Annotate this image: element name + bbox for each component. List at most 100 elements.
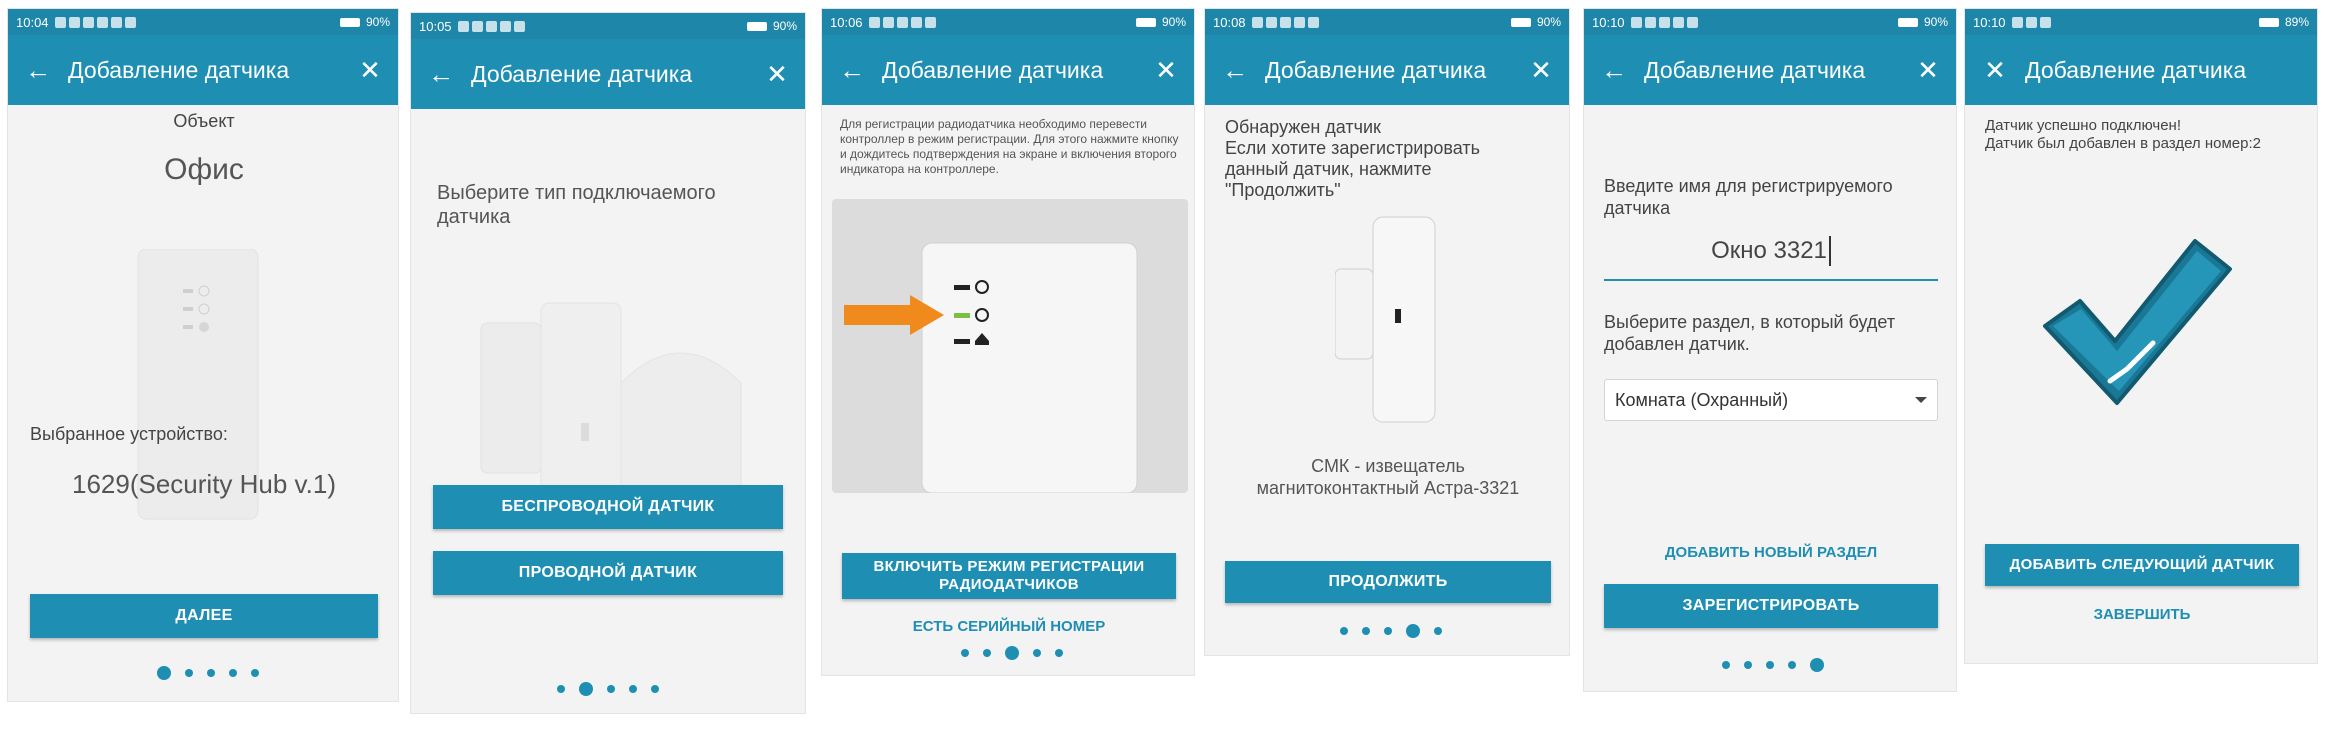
close-icon[interactable]: ✕: [1513, 55, 1569, 86]
checkmark-icon: [2043, 239, 2232, 405]
wireless-sensor-button[interactable]: БЕСПРОВОДНОЙ ДАТЧИК: [433, 485, 783, 529]
continue-button[interactable]: ПРОДОЛЖИТЬ: [1225, 561, 1551, 603]
step-dot-2: [185, 669, 193, 677]
back-arrow-icon[interactable]: ←: [822, 55, 882, 86]
status-bar: 10:10 89%: [1965, 9, 2317, 35]
next-button[interactable]: ДАЛЕЕ: [30, 594, 378, 638]
sensors-illustration: [480, 302, 742, 504]
notification-icons: [457, 20, 525, 32]
register-button[interactable]: ЗАРЕГИСТРИРОВАТЬ: [1604, 584, 1938, 628]
battery-icon: [1510, 17, 1531, 27]
back-arrow-icon[interactable]: ←: [1205, 55, 1265, 86]
sensor-name: СМК - извещатель магнитоконтактный Астра…: [1256, 456, 1520, 498]
page-title: Добавление датчика: [471, 60, 693, 87]
close-icon[interactable]: ✕: [1138, 55, 1194, 86]
status-time: 10:04: [16, 14, 49, 30]
sensor-found-text: Обнаружен датчик Если хотите зарегистрир…: [1225, 117, 1480, 200]
step-dot-4: [1788, 661, 1796, 669]
name-prompt: Введите имя для регистрируемого датчика: [1604, 176, 1893, 218]
step-indicator: [1340, 624, 1442, 638]
step-indicator: [157, 666, 259, 680]
step-dot-2: [983, 649, 991, 657]
notification-icons: [868, 16, 936, 28]
screen-select-object: 10:04 90% ← Добавление датчика ✕ Объект …: [7, 8, 399, 702]
battery-level: 90%: [365, 15, 390, 29]
step-dot-1: [557, 685, 565, 693]
battery-icon: [1897, 17, 1918, 27]
back-arrow-icon[interactable]: ←: [411, 59, 471, 90]
sensor-name-input[interactable]: Окно 3321: [1604, 223, 1938, 281]
wired-sensor-button[interactable]: ПРОВОДНОЙ ДАТЧИК: [433, 551, 783, 595]
notification-icons: [2011, 16, 2051, 28]
step-indicator: [557, 682, 659, 696]
close-icon[interactable]: ✕: [1900, 55, 1956, 86]
close-icon[interactable]: ✕: [342, 55, 398, 86]
status-bar: 10:06 90%: [822, 9, 1194, 35]
step-dot-2: [1744, 661, 1752, 669]
close-icon[interactable]: ✕: [1965, 55, 2025, 86]
device-value[interactable]: 1629(Security Hub v.1): [8, 469, 398, 500]
step-indicator: [961, 646, 1063, 660]
step-dot-2: [579, 682, 593, 696]
notification-icons: [1630, 16, 1698, 28]
page-title: Добавление датчика: [1265, 56, 1487, 83]
step-dot-3: [207, 669, 215, 677]
finish-link[interactable]: ЗАВЕРШИТЬ: [1965, 606, 2317, 623]
back-arrow-icon[interactable]: ←: [1584, 55, 1644, 86]
step-dot-5: [1810, 658, 1824, 672]
screen-registration-mode: 10:06 90% ← Добавление датчика ✕ Для рег…: [821, 8, 1195, 676]
battery-level: 90%: [1923, 15, 1948, 29]
success-message: Датчик успешно подключен! Датчик был доб…: [1985, 117, 2261, 152]
screen-success: 10:10 89% ✕ Добавление датчика Датчик ус…: [1964, 8, 2318, 664]
controller-photo: [832, 199, 1188, 493]
app-bar: ← Добавление датчика ✕: [1584, 35, 1956, 105]
step-dot-2: [1362, 627, 1370, 635]
status-time: 10:10: [1973, 14, 2006, 30]
app-bar: ✕ Добавление датчика: [1965, 35, 2317, 105]
text-cursor: [1828, 236, 1831, 266]
close-icon[interactable]: ✕: [749, 59, 805, 90]
section-prompt: Выберите раздел, в который будет добавле…: [1604, 312, 1896, 354]
step-dot-4: [629, 685, 637, 693]
status-bar: 10:08 90%: [1205, 9, 1569, 35]
serial-number-link[interactable]: ЕСТЬ СЕРИЙНЫЙ НОМЕР: [822, 618, 1194, 635]
app-bar: ← Добавление датчика ✕: [8, 35, 398, 105]
step-dot-5: [1434, 627, 1442, 635]
section-select-value: Комната (Охранный): [1615, 389, 1789, 410]
sensor-name-value: Окно 3321: [1711, 237, 1827, 264]
sensor-type-prompt: Выберите тип подключаемого датчика: [437, 182, 716, 228]
step-dot-4: [1406, 624, 1420, 638]
enable-registration-mode-button[interactable]: ВКЛЮЧИТЬ РЕЖИМ РЕГИСТРАЦИИ РАДИОДАТЧИКОВ: [842, 553, 1176, 599]
add-section-link[interactable]: ДОБАВИТЬ НОВЫЙ РАЗДЕЛ: [1584, 544, 1956, 561]
status-bar: 10:10 90%: [1584, 9, 1956, 35]
notification-icons: [54, 16, 136, 28]
app-bar: ← Добавление датчика ✕: [822, 35, 1194, 105]
page-title: Добавление датчика: [68, 56, 290, 83]
device-label: Выбранное устройство:: [30, 424, 228, 444]
page-title: Добавление датчика: [1644, 56, 1866, 83]
object-value[interactable]: Офис: [8, 153, 398, 187]
add-next-sensor-button[interactable]: ДОБАВИТЬ СЛЕДУЮЩИЙ ДАТЧИК: [1985, 544, 2299, 586]
step-dot-1: [961, 649, 969, 657]
battery-level: 89%: [2284, 15, 2309, 29]
battery-level: 90%: [1161, 15, 1186, 29]
status-time: 10:08: [1213, 14, 1246, 30]
step-dot-3: [607, 685, 615, 693]
step-indicator: [1722, 658, 1824, 672]
status-time: 10:06: [830, 14, 863, 30]
battery-icon: [339, 17, 360, 27]
step-dot-1: [1340, 627, 1348, 635]
section-select[interactable]: Комната (Охранный): [1604, 379, 1938, 421]
battery-level: 90%: [1536, 15, 1561, 29]
step-dot-3: [1005, 646, 1019, 660]
step-dot-3: [1384, 627, 1392, 635]
back-arrow-icon[interactable]: ←: [8, 55, 68, 86]
step-dot-1: [1722, 661, 1730, 669]
battery-level: 90%: [772, 19, 797, 33]
step-dot-5: [251, 669, 259, 677]
screen-sensor-found: 10:08 90% ← Добавление датчика ✕ Обнаруж…: [1204, 8, 1570, 656]
step-dot-4: [229, 669, 237, 677]
app-bar: ← Добавление датчика ✕: [411, 39, 805, 109]
status-bar: 10:04 90%: [8, 9, 398, 35]
screen-sensor-type: 10:05 90% ← Добавление датчика ✕ Выберит…: [410, 12, 806, 714]
